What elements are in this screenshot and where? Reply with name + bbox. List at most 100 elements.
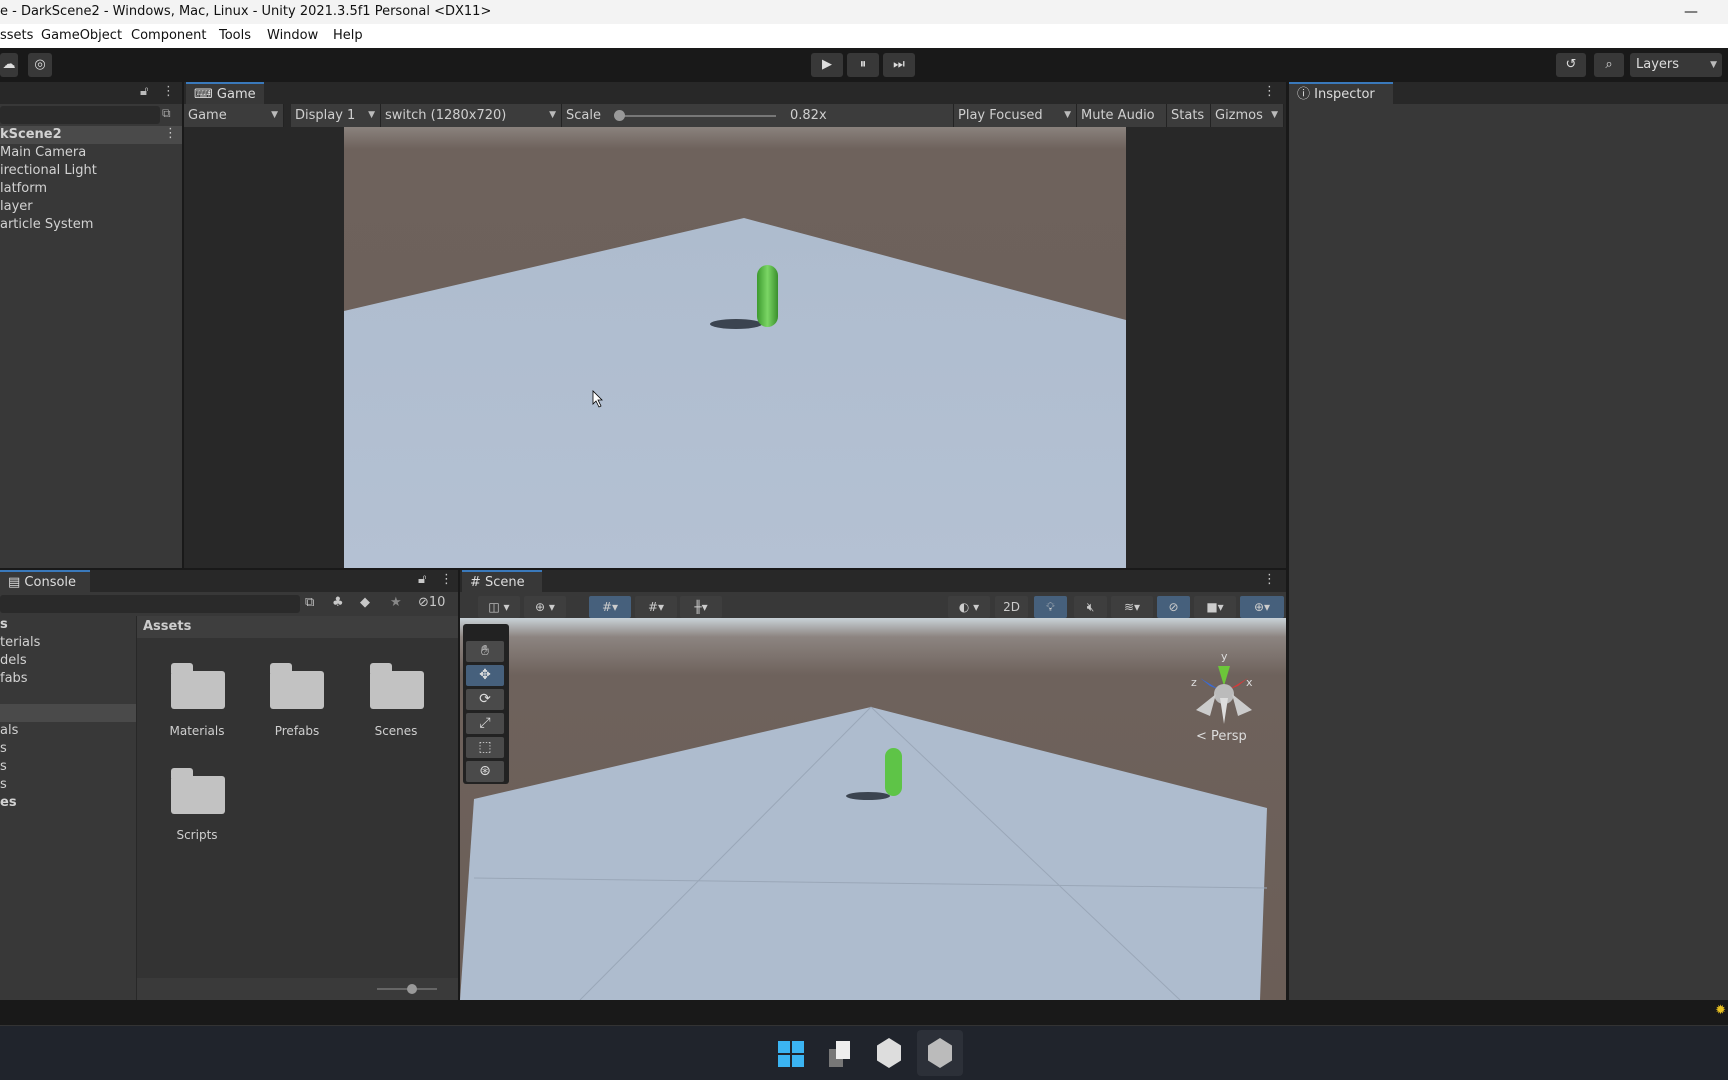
step-button[interactable]: ⏭ xyxy=(883,53,915,77)
search-mode-icon[interactable]: ⧉ xyxy=(305,595,314,610)
folder-label[interactable]: Prefabs xyxy=(247,724,347,738)
unity-hub-icon[interactable] xyxy=(877,1038,901,1068)
more-icon[interactable]: ⋮ xyxy=(162,84,175,99)
transform-tool-icon[interactable]: ⊛ xyxy=(466,761,504,782)
scale-tool-icon[interactable]: ⤢ xyxy=(466,713,504,734)
tree-item[interactable]: s xyxy=(0,776,7,794)
axis-z-label: z xyxy=(1191,676,1197,689)
tab-scene[interactable]: # Scene xyxy=(462,570,542,592)
windows-start-icon[interactable] xyxy=(778,1041,804,1067)
resolution-dropdown[interactable]: switch (1280x720) ▼ xyxy=(381,104,562,127)
search-mode-icon[interactable]: ⧉ xyxy=(162,106,171,121)
scene-row[interactable]: kScene2 ⋮ xyxy=(0,126,182,144)
tree-item[interactable]: als xyxy=(0,722,18,740)
filter-type-icon[interactable]: ♣ xyxy=(332,595,344,610)
hierarchy-item[interactable]: latform xyxy=(0,180,47,198)
snap-increment-dropdown[interactable]: #▾ xyxy=(635,596,677,618)
menu-window[interactable]: Window xyxy=(267,24,318,48)
debug-bug-icon[interactable]: ✹ xyxy=(1715,1003,1726,1018)
menu-component[interactable]: Component xyxy=(131,24,206,48)
tree-item[interactable]: s xyxy=(0,740,7,758)
gizmos-dropdown[interactable]: ⊕▾ xyxy=(1240,596,1284,618)
layers-label: Layers xyxy=(1636,57,1680,72)
stats-button[interactable]: Stats xyxy=(1167,104,1211,127)
scene-menu-icon[interactable]: ⋮ xyxy=(164,126,177,141)
move-tool-icon[interactable]: ✥ xyxy=(466,665,504,686)
hierarchy-item[interactable]: irectional Light xyxy=(0,162,97,180)
hidden-objects-toggle-icon[interactable]: ⊘ xyxy=(1157,596,1190,618)
tree-item[interactable]: fabs xyxy=(0,670,28,688)
unity-editor-taskbar-button[interactable] xyxy=(917,1030,963,1076)
lock-icon[interactable]: 🔓︎ xyxy=(140,84,148,99)
task-view-icon[interactable] xyxy=(829,1041,851,1067)
lighting-toggle-icon[interactable]: 💡︎ xyxy=(1034,596,1067,618)
scale-slider[interactable] xyxy=(616,115,776,117)
menu-gameobject[interactable]: GameObject xyxy=(41,24,122,48)
scale-slider-handle[interactable] xyxy=(614,110,625,121)
tree-item[interactable]: s xyxy=(0,616,8,634)
console-tab-label: Console xyxy=(24,575,77,590)
menu-tools[interactable]: Tools xyxy=(219,24,251,48)
cloud-icon[interactable]: ☁ xyxy=(0,53,18,77)
icon-size-slider-handle[interactable] xyxy=(407,984,417,994)
ruler-dropdown[interactable]: ╫▾ xyxy=(680,596,722,618)
play-mode-dropdown[interactable]: Play Focused ▼ xyxy=(954,104,1077,127)
hidden-packages-toggle[interactable]: ⊘10 xyxy=(418,595,445,610)
tree-item[interactable]: es xyxy=(0,794,17,812)
lock-icon[interactable]: 🔓︎ xyxy=(418,572,426,587)
tab-inspector[interactable]: ⓘ Inspector xyxy=(1289,82,1393,104)
folder-icon[interactable] xyxy=(270,663,324,709)
grid-snap-toggle[interactable]: #▾ xyxy=(589,596,631,618)
hand-tool-icon[interactable]: ✋︎ xyxy=(466,641,504,662)
project-tree: s terials dels fabs als s s s es xyxy=(0,616,136,1000)
label-tag-icon[interactable]: ◆ xyxy=(360,595,370,610)
hierarchy-search-input[interactable] xyxy=(0,106,160,124)
layers-dropdown[interactable]: Layers ▼ xyxy=(1630,53,1722,77)
project-search-input[interactable] xyxy=(0,595,300,613)
folder-label[interactable]: Scripts xyxy=(147,828,247,842)
favorite-star-icon[interactable]: ★ xyxy=(390,595,402,610)
menu-assets[interactable]: ssets xyxy=(0,24,33,48)
gizmos-dropdown[interactable]: Gizmos ▼ xyxy=(1211,104,1284,127)
folder-label[interactable]: Scenes xyxy=(346,724,446,738)
projection-label[interactable]: < Persp xyxy=(1196,729,1247,744)
hierarchy-item[interactable]: article System xyxy=(0,216,93,234)
shading-mode-dropdown[interactable]: ◐ ▾ xyxy=(948,596,990,618)
play-button[interactable]: ▶ xyxy=(811,53,843,77)
game-viewport[interactable] xyxy=(344,127,1126,568)
tree-item[interactable]: s xyxy=(0,758,7,776)
tab-game[interactable]: ⌨︎ Game xyxy=(186,82,264,104)
tree-item[interactable]: dels xyxy=(0,652,27,670)
view-mode-dropdown[interactable]: Game ▼ xyxy=(184,104,284,127)
camera-dropdown[interactable]: ■▾ xyxy=(1194,596,1236,618)
player-shadow xyxy=(710,319,762,329)
rotate-tool-icon[interactable]: ⟳ xyxy=(466,689,504,710)
toggle-2d-button[interactable]: 2D xyxy=(995,596,1028,618)
global-local-dropdown[interactable]: ⊕ ▾ xyxy=(524,596,566,618)
audio-toggle-icon[interactable]: 🔇︎ xyxy=(1074,596,1107,618)
folder-icon[interactable] xyxy=(171,768,225,814)
search-icon[interactable]: ⌕ xyxy=(1594,53,1624,77)
hierarchy-item[interactable]: layer xyxy=(0,198,33,216)
minimize-button[interactable]: — xyxy=(1684,0,1698,24)
menu-help[interactable]: Help xyxy=(333,24,363,48)
tab-console[interactable]: ▤ Console xyxy=(0,570,90,592)
folder-icon[interactable] xyxy=(370,663,424,709)
hierarchy-item[interactable]: Main Camera xyxy=(0,144,86,162)
collab-icon[interactable]: ◎ xyxy=(28,53,52,77)
mute-audio-button[interactable]: Mute Audio xyxy=(1077,104,1167,127)
folder-icon[interactable] xyxy=(171,663,225,709)
pause-button[interactable]: ⏸ xyxy=(847,53,879,77)
effects-dropdown[interactable]: ≋▾ xyxy=(1111,596,1153,618)
history-icon[interactable]: ↺ xyxy=(1556,53,1586,77)
more-icon[interactable]: ⋮ xyxy=(1263,572,1276,587)
folder-label[interactable]: Materials xyxy=(147,724,247,738)
more-icon[interactable]: ⋮ xyxy=(1263,84,1276,99)
eye-slash-icon: ⊘ xyxy=(418,595,429,610)
display-dropdown[interactable]: Display 1 ▼ xyxy=(291,104,381,127)
scene-viewport[interactable]: y z x < Persp xyxy=(460,618,1286,1000)
rect-tool-icon[interactable]: ⬚ xyxy=(466,737,504,758)
tree-item[interactable]: terials xyxy=(0,634,40,652)
draw-mode-dropdown[interactable]: ◫ ▾ xyxy=(478,596,520,618)
more-icon[interactable]: ⋮ xyxy=(440,572,453,587)
